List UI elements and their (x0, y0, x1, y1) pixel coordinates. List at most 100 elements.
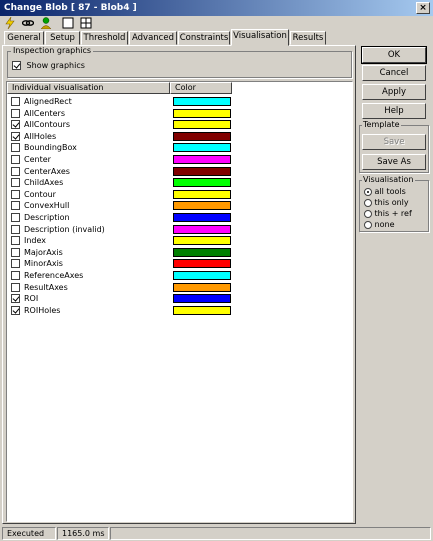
color-swatch[interactable] (173, 166, 231, 176)
list-item[interactable]: MajorAxis (7, 247, 247, 259)
list-item-checkbox[interactable] (11, 120, 20, 130)
list-item[interactable]: ROI (7, 293, 247, 305)
list-item[interactable]: AllContours (7, 119, 247, 131)
list-item-checkbox[interactable] (11, 259, 20, 269)
status-state: Executed (2, 527, 56, 540)
list-item[interactable]: ResultAxes (7, 282, 247, 294)
list-item[interactable]: AllHoles (7, 131, 247, 143)
list-item-checkbox[interactable] (11, 201, 20, 211)
list-item-checkbox[interactable] (11, 213, 20, 222)
radio-none[interactable]: none (364, 220, 395, 230)
radio-all-tools[interactable]: all tools (364, 187, 406, 197)
list-item[interactable]: Center (7, 154, 247, 166)
list-item-checkbox[interactable] (11, 108, 20, 118)
color-swatch[interactable] (173, 120, 231, 130)
list-item[interactable]: Description (7, 212, 247, 224)
list-item-checkbox[interactable] (11, 155, 20, 164)
apply-button[interactable]: Apply (362, 84, 426, 100)
close-button[interactable]: × (416, 2, 430, 14)
column-header-name[interactable]: Individual visualisation (7, 82, 170, 94)
color-swatch[interactable] (173, 282, 231, 292)
list-item-label: ReferenceAxes (24, 271, 84, 280)
window-title: Change Blob [ 87 - Blob4 ] (4, 3, 137, 13)
grid-icon[interactable] (80, 17, 92, 29)
list-item-checkbox[interactable] (11, 294, 20, 304)
list-item-label: AllHoles (24, 131, 57, 141)
column-header-color[interactable]: Color (170, 82, 232, 94)
person-icon[interactable] (40, 17, 52, 29)
color-swatch[interactable] (173, 201, 231, 211)
list-item-label: Contour (24, 189, 56, 199)
list-item-checkbox[interactable] (11, 236, 20, 246)
color-swatch[interactable] (173, 178, 231, 188)
list-item-label: Description (24, 213, 70, 222)
color-swatch[interactable] (173, 97, 231, 106)
cancel-button[interactable]: Cancel (362, 65, 426, 81)
list-item-checkbox[interactable] (11, 166, 20, 176)
list-item-label: AllContours (24, 120, 71, 130)
list-item[interactable]: AlignedRect (7, 96, 247, 108)
show-graphics-option[interactable]: Show graphics (12, 61, 85, 70)
show-graphics-label: Show graphics (26, 61, 85, 70)
list-item-checkbox[interactable] (11, 247, 20, 257)
list-item-checkbox[interactable] (11, 143, 20, 153)
list-item[interactable]: MinorAxis (7, 258, 247, 270)
help-button[interactable]: Help (362, 103, 426, 119)
list-item[interactable]: Index (7, 235, 247, 247)
color-swatch[interactable] (173, 155, 231, 164)
radio-none-button[interactable] (364, 220, 372, 229)
save-as-button[interactable]: Save As (362, 154, 426, 170)
save-button[interactable]: Save (362, 134, 426, 150)
link-icon[interactable] (22, 17, 34, 29)
show-graphics-checkbox[interactable] (12, 61, 21, 70)
visualisation-list[interactable]: Individual visualisation Color AlignedRe… (6, 81, 353, 522)
list-item[interactable]: ROIHoles (7, 305, 247, 317)
radio-all-tools-button[interactable] (364, 187, 372, 196)
list-item[interactable]: BoundingBox (7, 142, 247, 154)
list-item-checkbox[interactable] (11, 189, 20, 199)
list-item[interactable]: Description (invalid) (7, 224, 247, 236)
radio-this-ref[interactable]: this + ref (364, 209, 412, 219)
color-swatch[interactable] (173, 236, 231, 246)
square-icon[interactable] (62, 17, 74, 29)
color-swatch[interactable] (173, 224, 231, 234)
radio-this-only-button[interactable] (364, 198, 372, 207)
ok-button[interactable]: OK (361, 46, 427, 64)
color-swatch[interactable] (173, 131, 231, 141)
tab-constraints[interactable]: Constraints (178, 31, 230, 45)
color-swatch[interactable] (173, 247, 231, 257)
list-item[interactable]: ConvexHull (7, 200, 247, 212)
color-swatch[interactable] (173, 108, 231, 118)
tab-general[interactable]: General (4, 31, 44, 45)
list-item-checkbox[interactable] (11, 178, 20, 188)
tab-results[interactable]: Results (290, 31, 326, 45)
color-swatch[interactable] (173, 271, 231, 280)
list-item-label: MinorAxis (24, 259, 63, 269)
tab-setup[interactable]: Setup (45, 31, 80, 45)
list-item-checkbox[interactable] (11, 131, 20, 141)
color-swatch[interactable] (173, 143, 231, 153)
color-swatch[interactable] (173, 189, 231, 199)
list-item[interactable]: CenterAxes (7, 166, 247, 178)
list-item-checkbox[interactable] (11, 282, 20, 292)
color-swatch[interactable] (173, 259, 231, 269)
list-item-checkbox[interactable] (11, 305, 20, 315)
list-item-checkbox[interactable] (11, 271, 20, 280)
list-item[interactable]: AllCenters (7, 108, 247, 120)
color-swatch[interactable] (173, 294, 231, 304)
radio-this-ref-label: this + ref (374, 209, 412, 218)
radio-this-ref-button[interactable] (364, 209, 372, 218)
color-swatch[interactable] (173, 213, 231, 222)
status-bar: Executed 1165.0 ms (0, 526, 433, 541)
list-item[interactable]: ReferenceAxes (7, 270, 247, 282)
radio-this-only[interactable]: this only (364, 198, 409, 208)
tab-visualisation[interactable]: Visualisation (231, 29, 289, 46)
list-item[interactable]: Contour (7, 189, 247, 201)
list-item-checkbox[interactable] (11, 224, 20, 234)
tab-threshold[interactable]: Threshold (81, 31, 128, 45)
lightning-icon[interactable] (4, 17, 16, 29)
list-item[interactable]: ChildAxes (7, 177, 247, 189)
color-swatch[interactable] (173, 305, 231, 315)
tab-advanced[interactable]: Advanced (129, 31, 177, 45)
list-item-checkbox[interactable] (11, 97, 20, 106)
